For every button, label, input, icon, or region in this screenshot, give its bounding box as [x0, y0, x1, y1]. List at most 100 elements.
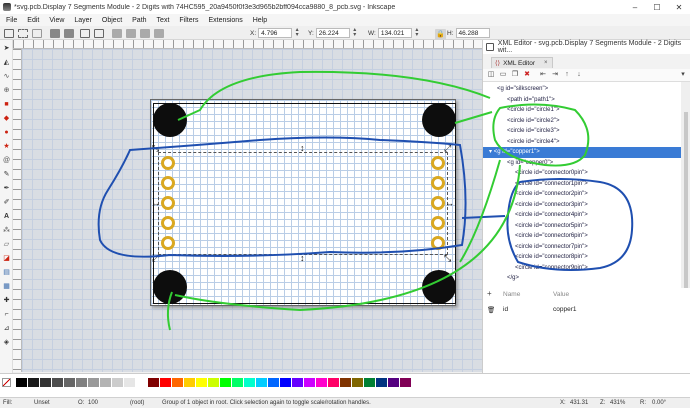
lower-icon[interactable]	[140, 29, 150, 38]
ellipse-tool-icon[interactable]: ●	[2, 128, 11, 137]
menu-view[interactable]: View	[49, 17, 64, 24]
tab-close-icon[interactable]: ×	[544, 60, 548, 66]
xml-node[interactable]: <circle id="connector7pin">	[483, 242, 681, 253]
color-swatch[interactable]	[124, 378, 135, 387]
color-swatch[interactable]	[352, 378, 363, 387]
connector-pad[interactable]	[161, 196, 175, 210]
pencil-tool-icon[interactable]: ✎	[2, 170, 11, 179]
scale-handle-top-right[interactable]: ⤢	[444, 144, 451, 153]
connector-pad[interactable]	[161, 156, 175, 170]
color-swatch[interactable]	[208, 378, 219, 387]
select-all-icon[interactable]	[4, 29, 14, 38]
menu-file[interactable]: File	[6, 17, 17, 24]
scale-handle-left[interactable]: ↔	[151, 199, 160, 208]
xml-node[interactable]: <circle id="circle2">	[483, 116, 681, 127]
color-swatch[interactable]	[400, 378, 411, 387]
tree-scrollbar[interactable]	[681, 82, 690, 316]
y-input[interactable]: 26.224	[315, 28, 350, 38]
menu-extensions[interactable]: Extensions	[208, 17, 242, 24]
rotate-ccw-icon[interactable]	[50, 29, 60, 38]
xml-node[interactable]: </g>	[483, 273, 681, 284]
lock-proportions-button[interactable]: 🔒	[435, 29, 446, 40]
xml-node[interactable]: <circle id="circle1">	[483, 105, 681, 116]
measure-tool-icon[interactable]: ⊿	[2, 324, 11, 333]
menu-path[interactable]: Path	[132, 17, 146, 24]
calligraphy-tool-icon[interactable]: ✐	[2, 198, 11, 207]
tweak-tool-icon[interactable]: ∿	[2, 72, 11, 81]
pen-tool-icon[interactable]: ✒	[2, 184, 11, 193]
menu-filters[interactable]: Filters	[179, 17, 198, 24]
vertical-ruler[interactable]	[13, 49, 22, 372]
color-swatch[interactable]	[292, 378, 303, 387]
color-swatch[interactable]	[52, 378, 63, 387]
color-swatch[interactable]	[28, 378, 39, 387]
add-attribute-button[interactable]: +	[487, 289, 492, 298]
color-swatch[interactable]	[388, 378, 399, 387]
color-swatch[interactable]	[196, 378, 207, 387]
zoom-value[interactable]: 431%	[610, 400, 625, 406]
menu-object[interactable]: Object	[102, 17, 122, 24]
duplicate-node-icon[interactable]: ❐	[511, 71, 519, 79]
opacity-value[interactable]: 100	[88, 400, 98, 406]
flip-vertical-icon[interactable]	[94, 29, 104, 38]
raise-to-top-icon[interactable]	[112, 29, 122, 38]
scale-handle-bottom[interactable]: ↕	[300, 254, 305, 263]
spray-tool-icon[interactable]: ⁂	[2, 226, 11, 235]
mounting-hole-top-left[interactable]	[153, 103, 187, 137]
color-swatch[interactable]	[232, 378, 243, 387]
xml-node[interactable]: <circle id="connector4pin">	[483, 210, 681, 221]
lower-to-bottom-icon[interactable]	[154, 29, 164, 38]
color-swatch[interactable]	[160, 378, 171, 387]
no-paint-swatch[interactable]	[2, 378, 11, 387]
x-input[interactable]: 4.796	[258, 28, 293, 38]
unindent-node-icon[interactable]: ⇤	[539, 71, 547, 79]
menu-text[interactable]: Text	[157, 17, 170, 24]
mounting-hole-bottom-left[interactable]	[153, 270, 187, 304]
xml-node[interactable]: <circle id="connector1pin">	[483, 179, 681, 190]
color-swatch[interactable]	[268, 378, 279, 387]
color-swatch[interactable]	[316, 378, 327, 387]
color-swatch[interactable]	[172, 378, 183, 387]
raise-node-icon[interactable]: ↑	[563, 71, 571, 79]
scale-handle-top[interactable]: ↕	[300, 144, 305, 153]
xml-node[interactable]: <circle id="connector9pin">	[483, 263, 681, 274]
xml-node[interactable]: <circle id="connector5pin">	[483, 221, 681, 232]
attr-name[interactable]: id	[503, 306, 508, 313]
menu-layer[interactable]: Layer	[74, 17, 92, 24]
lpe-tool-icon[interactable]: ◈	[2, 338, 11, 347]
color-swatch[interactable]	[76, 378, 87, 387]
rectangle-tool-icon[interactable]: ■	[2, 100, 11, 109]
spiral-tool-icon[interactable]: @	[2, 156, 11, 165]
node-tool-icon[interactable]: ◭	[2, 58, 11, 67]
connector-pad[interactable]	[431, 236, 445, 250]
menu-help[interactable]: Help	[253, 17, 267, 24]
w-spinner[interactable]: ▴ ▾	[414, 27, 420, 38]
panel-menu-icon[interactable]: ▾	[679, 71, 687, 79]
raise-icon[interactable]	[126, 29, 136, 38]
xml-node[interactable]: <circle id="circle4">	[483, 137, 681, 148]
mounting-hole-bottom-right[interactable]	[422, 270, 456, 304]
connector-pad[interactable]	[161, 216, 175, 230]
color-swatch[interactable]	[220, 378, 231, 387]
color-swatch[interactable]	[244, 378, 255, 387]
connector-pad[interactable]	[161, 236, 175, 250]
flip-horizontal-icon[interactable]	[80, 29, 90, 38]
xml-node[interactable]: <circle id="connector2pin">	[483, 189, 681, 200]
xml-node[interactable]: <circle id="connector6pin">	[483, 231, 681, 242]
connector-pad[interactable]	[431, 176, 445, 190]
scale-handle-top-left[interactable]: ⤡	[152, 144, 159, 153]
color-swatch[interactable]	[364, 378, 375, 387]
color-swatch[interactable]	[328, 378, 339, 387]
color-swatch[interactable]	[64, 378, 75, 387]
xml-node-tree[interactable]: <g id="silkscreen"> <path id="path1"> <c…	[483, 82, 681, 316]
new-text-node-icon[interactable]: ▭	[499, 71, 507, 79]
y-spinner[interactable]: ▴ ▾	[352, 27, 358, 38]
xml-node[interactable]: <circle id="connector8pin">	[483, 252, 681, 263]
color-swatch[interactable]	[376, 378, 387, 387]
3d-box-tool-icon[interactable]: ◆	[2, 114, 11, 123]
xml-node-selected[interactable]: ▾ <g id="copper1">	[483, 147, 681, 158]
connector-pad[interactable]	[431, 196, 445, 210]
pcb-outline[interactable]: ↕ ↕ ↔ ↔ ⤡ ⤢ ⤢ ⤡	[151, 103, 456, 304]
connector-pad[interactable]	[431, 216, 445, 230]
color-swatch[interactable]	[88, 378, 99, 387]
